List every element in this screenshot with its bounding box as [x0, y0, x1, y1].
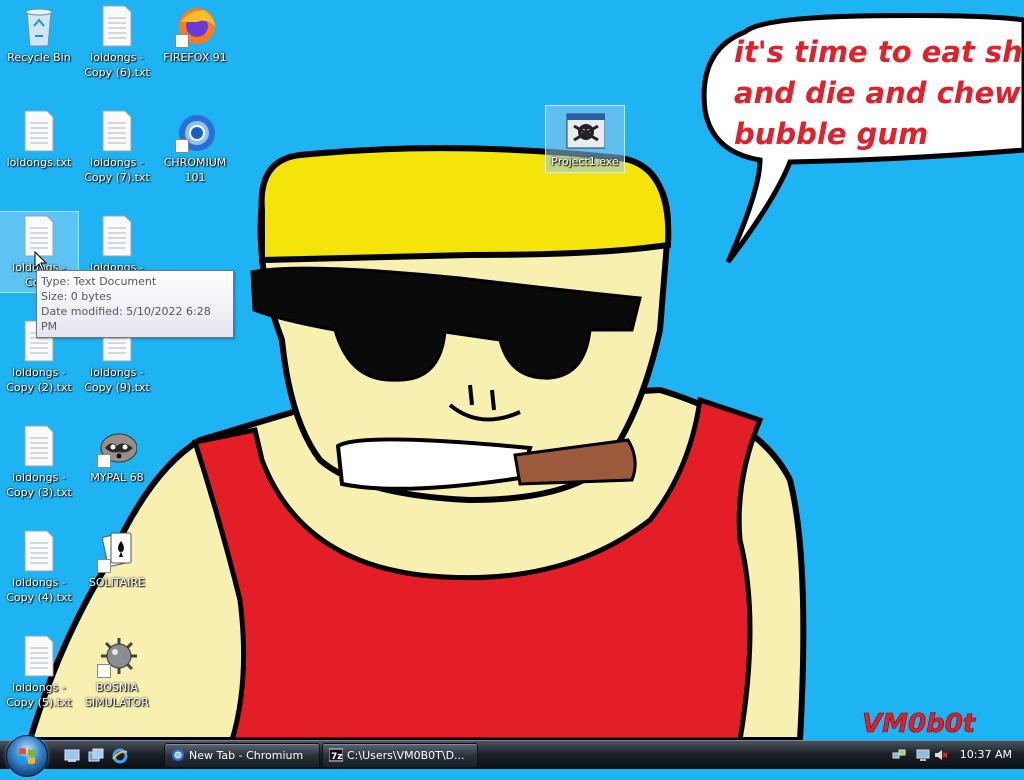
- speech-line-1: it's time to eat shit: [734, 35, 1024, 69]
- tooltip-date-modified: Date modified: 5/10/2022 6:28 PM: [41, 305, 211, 333]
- taskbar-button-chromium[interactable]: New Tab - Chromium: [164, 743, 320, 768]
- desktop-icon-text-file[interactable]: loldongs - Copy (4).txt: [0, 527, 78, 605]
- icon-label: Recycle Bin: [7, 51, 71, 64]
- icon-label: loldongs - Copy (5).txt: [6, 681, 72, 709]
- icon-label: Project1.exe: [551, 155, 619, 168]
- text-file-icon: [19, 634, 59, 678]
- desktop-icon-recycle-bin[interactable]: Recycle Bin: [0, 2, 78, 65]
- show-desktop-icon[interactable]: [64, 748, 80, 764]
- raccoon-icon: [97, 424, 138, 468]
- system-tray: 10:37 AM: [884, 742, 1024, 768]
- shortcut-arrow-icon: [97, 559, 111, 573]
- chromium-icon: [175, 109, 215, 153]
- text-file-icon: [19, 424, 59, 468]
- taskbar: New Tab - Chromium 7z C:\Users\VM0B0T\D.…: [0, 735, 1024, 777]
- chromium-icon: [172, 749, 184, 761]
- text-file-icon: [19, 529, 59, 573]
- taskbar-button-label: C:\Users\VM0B0T\D...: [347, 749, 465, 762]
- text-file-icon: [97, 4, 137, 48]
- desktop-icon-mypal[interactable]: MYPAL 68: [78, 422, 156, 485]
- taskbar-button-label: New Tab - Chromium: [189, 749, 304, 762]
- start-button[interactable]: [6, 735, 48, 777]
- svg-text:7z: 7z: [331, 752, 343, 762]
- shortcut-arrow-icon: [175, 139, 189, 153]
- switch-windows-icon[interactable]: [88, 748, 104, 764]
- mine-icon: [97, 634, 137, 678]
- icon-label: BOSNIA SIMULATOR: [85, 681, 149, 709]
- skull-window-icon: [565, 108, 606, 152]
- desktop-icon-chromium[interactable]: CHROMIUM 101: [156, 107, 234, 185]
- character-mouth: [335, 437, 533, 491]
- solitaire-cards-icon: [97, 529, 137, 573]
- icon-label: SOLITAIRE: [88, 576, 146, 589]
- desktop-icon-text-file[interactable]: loldongs - Copy (7).txt: [78, 107, 156, 185]
- desktop-icon-project1-exe[interactable]: Project1.exe: [545, 105, 625, 173]
- speech-line-2: and die and chew: [734, 76, 1021, 110]
- desktop-icon-text-file[interactable]: loldongs - Copy (5).txt: [0, 632, 78, 710]
- desktop-icon-solitaire[interactable]: SOLITAIRE: [78, 527, 156, 590]
- icon-label: loldongs - Copy (2).txt: [6, 366, 72, 394]
- icon-label: loldongs - Copy (4).txt: [6, 576, 72, 604]
- speech-line-3: bubble gum: [734, 117, 928, 151]
- shortcut-arrow-icon: [175, 34, 189, 48]
- file-info-tooltip: Type: Text Document Size: 0 bytes Date m…: [36, 270, 234, 338]
- volume-muted-icon[interactable]: [934, 748, 948, 762]
- desktop-icon-text-file[interactable]: loldongs - Copy (3).txt: [0, 422, 78, 500]
- display-icon[interactable]: [916, 748, 930, 762]
- recycle-bin-icon: [19, 4, 59, 48]
- desktop-icon-firefox[interactable]: FIREFOX 91: [156, 2, 234, 65]
- internet-explorer-icon[interactable]: [112, 748, 128, 764]
- network-icon[interactable]: [892, 748, 906, 762]
- shortcut-arrow-icon: [97, 454, 111, 468]
- desktop-icon-text-file[interactable]: loldongs -: [78, 212, 156, 275]
- text-file-icon: [19, 109, 59, 153]
- icon-label: loldongs - Copy (6).txt: [84, 51, 150, 79]
- tooltip-type: Type: Text Document: [41, 275, 157, 288]
- tooltip-size: Size: 0 bytes: [41, 290, 112, 303]
- taskbar-button-7zip[interactable]: 7z C:\Users\VM0B0T\D...: [322, 743, 478, 768]
- clock[interactable]: 10:37 AM: [960, 742, 1012, 768]
- icon-label: CHROMIUM 101: [163, 156, 227, 184]
- firefox-icon: [175, 4, 215, 48]
- windows-logo-icon: [19, 748, 35, 764]
- desktop-icon-text-file[interactable]: loldongs - Copy (6).txt: [78, 2, 156, 80]
- icon-label: MYPAL 68: [90, 471, 144, 484]
- icon-label: loldongs - Copy (9).txt: [84, 366, 150, 394]
- icon-label: loldongs - Copy (3).txt: [6, 471, 72, 499]
- text-file-icon: [97, 214, 137, 258]
- icon-label: loldongs - Copy (7).txt: [84, 156, 150, 184]
- icon-label: FIREFOX 91: [163, 51, 227, 64]
- icon-label: loldongs.txt: [6, 156, 72, 169]
- text-file-icon: [97, 109, 137, 153]
- shortcut-arrow-icon: [97, 664, 111, 678]
- artist-signature: VM0b0t: [862, 709, 977, 739]
- 7zip-icon: 7z: [329, 748, 343, 762]
- desktop-icon-bosnia-simulator[interactable]: BOSNIA SIMULATOR: [78, 632, 156, 710]
- desktop-icon-text-file[interactable]: loldongs.txt: [0, 107, 78, 170]
